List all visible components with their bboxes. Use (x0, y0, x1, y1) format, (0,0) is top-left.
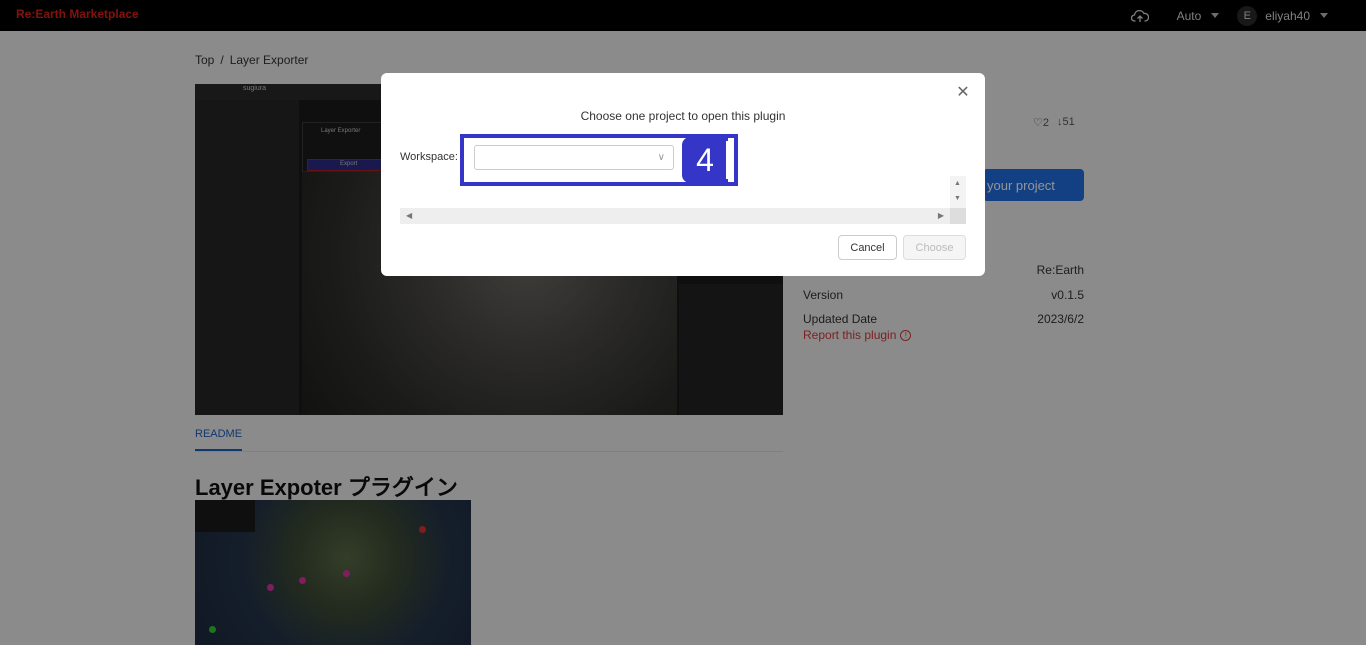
choose-button[interactable]: Choose (903, 235, 966, 260)
list-vertical-scrollbar[interactable]: ▲ ▼ (950, 176, 966, 208)
scroll-down-icon[interactable]: ▼ (954, 195, 961, 202)
close-icon[interactable]: ✕ (955, 85, 971, 101)
workspace-select[interactable]: ∨ (474, 145, 674, 170)
choose-project-modal: ✕ Choose one project to open this plugin… (381, 73, 985, 276)
scroll-up-icon[interactable]: ▲ (954, 180, 961, 187)
scroll-left-icon[interactable]: ◀ (406, 211, 412, 220)
modal-title: Choose one project to open this plugin (580, 109, 786, 123)
workspace-label: Workspace: (400, 151, 458, 163)
chevron-down-icon: ∨ (657, 152, 665, 163)
step-badge: 4 (682, 137, 728, 183)
cancel-button[interactable]: Cancel (838, 235, 897, 260)
list-horizontal-scrollbar[interactable]: ◀ ▶ (400, 208, 950, 224)
scrollbar-corner (950, 208, 966, 224)
scroll-right-icon[interactable]: ▶ (938, 211, 944, 220)
step-badge-bar (726, 141, 729, 179)
